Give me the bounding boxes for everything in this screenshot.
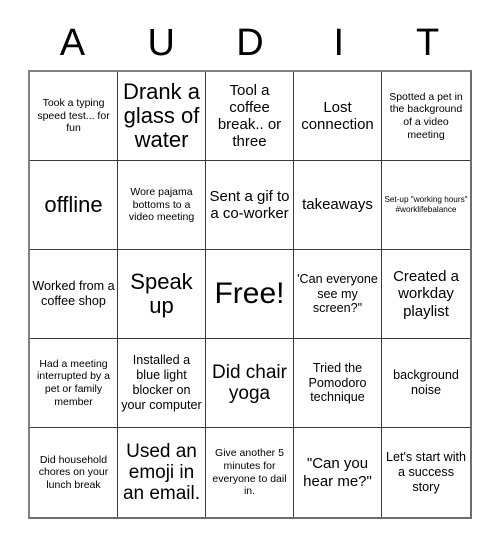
bingo-cell[interactable]: Installed a blue light blocker on your c… xyxy=(118,339,206,428)
bingo-cell[interactable]: Spotted a pet in the background of a vid… xyxy=(382,72,470,161)
bingo-cell[interactable]: Tried the Pomodoro technique xyxy=(294,339,382,428)
bingo-cell-text: "Can you hear me?" xyxy=(303,455,372,490)
bingo-cell-text: Speak up xyxy=(130,268,193,318)
bingo-cell-text: background noise xyxy=(393,368,459,397)
bingo-cell-text: Had a meeting interrupted by a pet or fa… xyxy=(37,357,110,408)
bingo-cell-text: Sent a gif to a co-worker xyxy=(209,187,290,222)
bingo-cell-text: Did household chores on your lunch break xyxy=(38,453,109,491)
bingo-cell-text: Wore pajama bottoms to a video meeting xyxy=(128,186,195,224)
bingo-cell[interactable]: background noise xyxy=(382,339,470,428)
bingo-cell-text: Tool a coffee break.. or three xyxy=(217,81,282,151)
bingo-cell[interactable]: Sent a gif to a co-worker xyxy=(206,161,294,250)
bingo-cell[interactable]: Speak up xyxy=(118,250,206,339)
header-letter-3: D xyxy=(236,22,264,64)
bingo-cell[interactable]: Did chair yoga xyxy=(206,339,294,428)
bingo-cell[interactable]: Lost connection xyxy=(294,72,382,161)
bingo-cell-text: Tried the Pomodoro technique xyxy=(308,360,367,405)
bingo-cell[interactable]: Created a workday playlist xyxy=(382,250,470,339)
bingo-cell[interactable]: Did household chores on your lunch break xyxy=(30,428,118,517)
bingo-cell-text: Used an emoji in an email. xyxy=(122,440,201,505)
bingo-cell-text: Lost connection xyxy=(301,98,374,133)
bingo-cell-text: Let's start with a success story xyxy=(385,450,467,494)
bingo-cell-text: Did chair yoga xyxy=(212,361,287,404)
bingo-cell[interactable]: Let's start with a success story xyxy=(382,428,470,517)
bingo-cell-text: Installed a blue light blocker on your c… xyxy=(121,353,202,412)
header-letter-2: U xyxy=(147,22,175,64)
bingo-cell[interactable]: Give another 5 minutes for everyone to d… xyxy=(206,428,294,517)
bingo-cell-text: Set-up "working hours" #worklifebalance xyxy=(384,194,468,214)
header-letter-4: I xyxy=(333,22,345,64)
bingo-cell-text: Drank a glass of water xyxy=(122,78,201,153)
bingo-cell[interactable]: Used an emoji in an email. xyxy=(118,428,206,517)
bingo-cell-text: Worked from a coffee shop xyxy=(32,279,115,308)
bingo-cell-text: takeaways xyxy=(302,196,373,214)
bingo-cell[interactable]: Wore pajama bottoms to a video meeting xyxy=(118,161,206,250)
bingo-cell[interactable]: Set-up "working hours" #worklifebalance xyxy=(382,161,470,250)
bingo-cell[interactable]: Took a typing speed test... for fun xyxy=(30,72,118,161)
bingo-cell-text: Created a workday playlist xyxy=(393,268,459,320)
bingo-header: A U D I T xyxy=(28,16,472,70)
bingo-cell-text: Spotted a pet in the background of a vid… xyxy=(389,90,463,141)
header-letter-5: T xyxy=(415,22,440,64)
bingo-cell-text: Free! xyxy=(214,277,285,311)
bingo-cell-text: Took a typing speed test... for fun xyxy=(37,97,110,135)
bingo-cell-text: 'Can everyone see my screen?" xyxy=(297,271,378,316)
bingo-cell[interactable]: Had a meeting interrupted by a pet or fa… xyxy=(30,339,118,428)
bingo-cell[interactable]: Tool a coffee break.. or three xyxy=(206,72,294,161)
bingo-cell-text: Give another 5 minutes for everyone to d… xyxy=(212,447,287,498)
bingo-card: A U D I T Took a typing speed test... fo… xyxy=(0,0,500,544)
bingo-cell[interactable]: Drank a glass of water xyxy=(118,72,206,161)
bingo-cell[interactable]: offline xyxy=(30,161,118,250)
bingo-cell[interactable]: 'Can everyone see my screen?" xyxy=(294,250,382,339)
header-letter-1: A xyxy=(59,22,86,64)
bingo-cell-text: offline xyxy=(44,191,103,217)
bingo-cell[interactable]: Worked from a coffee shop xyxy=(30,250,118,339)
bingo-grid: Took a typing speed test... for fun Dran… xyxy=(28,70,472,519)
bingo-cell[interactable]: "Can you hear me?" xyxy=(294,428,382,517)
bingo-cell[interactable]: takeaways xyxy=(294,161,382,250)
bingo-cell-free[interactable]: Free! xyxy=(206,250,294,339)
